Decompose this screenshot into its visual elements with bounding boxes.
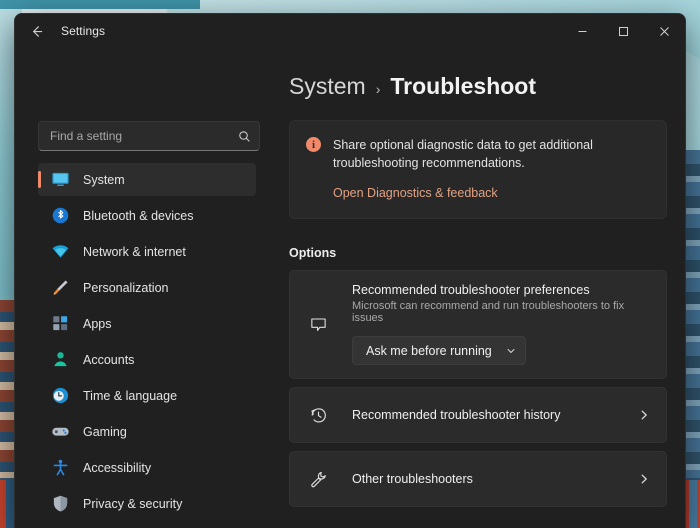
search-icon xyxy=(238,130,251,143)
apps-grid-icon xyxy=(50,313,71,334)
sidebar-item-label: System xyxy=(83,172,125,187)
sidebar-item-accessibility[interactable]: Accessibility xyxy=(38,451,256,484)
sidebar-item-bluetooth-devices[interactable]: Bluetooth & devices xyxy=(38,199,256,232)
sidebar-item-label: Gaming xyxy=(83,424,127,439)
wallpaper-top-bar xyxy=(0,0,200,9)
recommended-troubleshooter-preferences-card[interactable]: Recommended troubleshooter preferences M… xyxy=(289,270,667,380)
minimize-button[interactable] xyxy=(562,14,603,48)
chevron-right-icon xyxy=(638,409,650,421)
sidebar-item-gaming[interactable]: Gaming xyxy=(38,415,256,448)
speech-bubble-icon xyxy=(306,312,330,336)
maximize-button[interactable] xyxy=(603,14,644,48)
sidebar-item-system[interactable]: System xyxy=(38,163,256,196)
open-diagnostics-feedback-link[interactable]: Open Diagnostics & feedback xyxy=(333,186,498,200)
page-title: Troubleshoot xyxy=(390,73,537,99)
sidebar: System Bluetooth & devices xyxy=(15,48,267,528)
sidebar-item-label: Accounts xyxy=(83,352,135,367)
desktop-background: Settings Find a setting System Bluetooth… xyxy=(0,0,700,528)
shield-icon xyxy=(50,493,71,514)
troubleshooter-preference-dropdown[interactable]: Ask me before running xyxy=(352,336,526,366)
card-body: Recommended troubleshooter history xyxy=(352,408,628,422)
sidebar-item-label: Time & language xyxy=(83,388,178,403)
card-body: Recommended troubleshooter preferences M… xyxy=(352,283,650,366)
window-body: System Bluetooth & devices xyxy=(15,48,685,528)
search-input[interactable] xyxy=(50,129,238,143)
main-content: System › Troubleshoot i Share optional d… xyxy=(267,48,685,528)
breadcrumb-separator: › xyxy=(375,81,381,97)
card-body: Other troubleshooters xyxy=(352,472,628,486)
card-title: Recommended troubleshooter preferences xyxy=(352,283,590,298)
sidebar-item-windows-update[interactable]: Windows Update xyxy=(38,523,256,528)
breadcrumb: System › Troubleshoot xyxy=(289,73,667,100)
sidebar-item-network-internet[interactable]: Network & internet xyxy=(38,235,256,268)
info-circle-icon: i xyxy=(306,137,321,152)
bluetooth-icon xyxy=(50,205,71,226)
monitor-icon xyxy=(50,169,71,190)
paintbrush-icon xyxy=(50,277,71,298)
search-box[interactable] xyxy=(38,121,260,151)
card-subtitle: Microsoft can recommend and run troubles… xyxy=(352,300,625,325)
sidebar-item-label: Bluetooth & devices xyxy=(83,208,194,223)
options-section-heading: Options xyxy=(289,246,337,261)
person-icon xyxy=(50,349,71,370)
settings-window: Settings Find a setting System Bluetooth… xyxy=(14,13,686,528)
sidebar-item-label: Network & internet xyxy=(83,244,186,259)
breadcrumb-parent[interactable]: System xyxy=(289,73,366,100)
sidebar-item-label: Privacy & security xyxy=(83,496,183,511)
other-troubleshooters-card[interactable]: Other troubleshooters xyxy=(289,451,667,508)
gamepad-icon xyxy=(50,421,71,442)
sidebar-item-personalization[interactable]: Personalization xyxy=(38,271,256,304)
chevron-down-icon xyxy=(506,346,516,356)
clock-icon xyxy=(50,385,71,406)
history-clock-icon xyxy=(306,403,330,427)
window-controls xyxy=(562,14,685,48)
accessibility-person-icon xyxy=(50,457,71,478)
sidebar-item-time-language[interactable]: Time & language xyxy=(38,379,256,412)
app-title: Settings xyxy=(61,24,106,38)
wifi-icon xyxy=(50,241,71,262)
back-button[interactable] xyxy=(21,16,51,46)
window-titlebar: Settings xyxy=(15,14,685,48)
card-title: Other troubleshooters xyxy=(352,472,473,487)
sidebar-nav: System Bluetooth & devices Network & int… xyxy=(38,163,256,528)
sidebar-item-label: Apps xyxy=(83,316,112,331)
banner-text: Share optional diagnostic data to get ad… xyxy=(333,138,593,171)
sidebar-item-label: Accessibility xyxy=(83,460,152,475)
close-button[interactable] xyxy=(644,14,685,48)
wrench-icon xyxy=(306,467,330,491)
chevron-right-icon xyxy=(638,473,650,485)
sidebar-item-apps[interactable]: Apps xyxy=(38,307,256,340)
sidebar-item-label: Personalization xyxy=(83,280,169,295)
sidebar-item-privacy-security[interactable]: Privacy & security xyxy=(38,487,256,520)
card-title: Recommended troubleshooter history xyxy=(352,408,561,423)
dropdown-value: Ask me before running xyxy=(366,343,492,358)
banner-content: Share optional diagnostic data to get ad… xyxy=(333,136,650,202)
recommended-troubleshooter-history-card[interactable]: Recommended troubleshooter history xyxy=(289,387,667,444)
sidebar-item-accounts[interactable]: Accounts xyxy=(38,343,256,376)
diagnostic-data-banner: i Share optional diagnostic data to get … xyxy=(289,120,667,220)
